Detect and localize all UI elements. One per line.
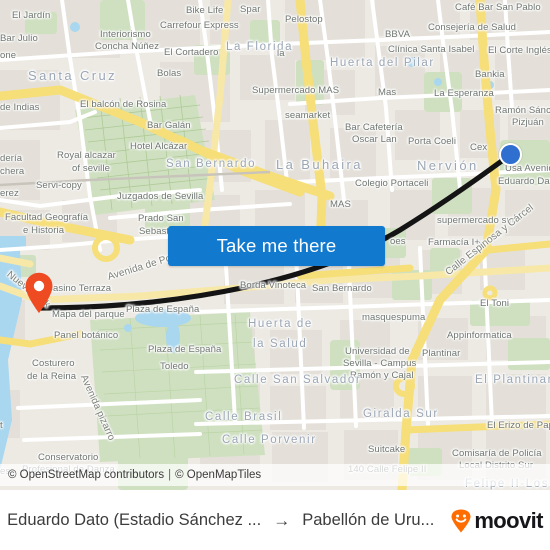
trip-origin-label: Eduardo Dato (Estadio Sánchez ...: [7, 511, 262, 529]
moovit-wordmark: moovit: [474, 507, 543, 533]
map-attribution: © OpenStreetMap contributors | © OpenMap…: [0, 464, 550, 486]
moovit-pin-icon: [451, 509, 471, 532]
map-canvas[interactable]: El Jardín Bar Julio one Interiorismo Concha …: [0, 0, 550, 490]
attribution-separator: |: [168, 469, 172, 481]
destination-marker[interactable]: [499, 143, 522, 166]
openmaptiles-attribution[interactable]: © OpenMapTiles: [175, 469, 261, 481]
take-me-there-label: Take me there: [216, 235, 337, 256]
take-me-there-button[interactable]: Take me there: [168, 226, 385, 266]
moovit-logo[interactable]: moovit: [450, 509, 543, 533]
origin-marker[interactable]: [24, 272, 54, 314]
osm-attribution[interactable]: © OpenStreetMap contributors: [8, 469, 164, 481]
trip-footer: Eduardo Dato (Estadio Sánchez ... → Pabe…: [0, 490, 550, 550]
trip-destination-label: Pabellón de Uru...: [302, 511, 435, 529]
moovit-map-screen: El Jardín Bar Julio one Interiorismo Concha …: [0, 0, 550, 550]
arrow-right-icon: →: [273, 511, 291, 530]
